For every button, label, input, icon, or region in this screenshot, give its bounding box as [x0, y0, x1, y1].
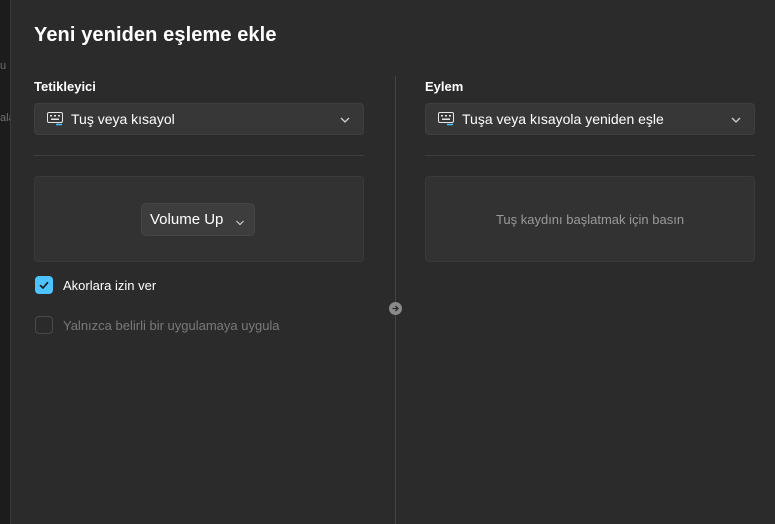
action-type-value: Tuşa veya kısayola yeniden eşle	[462, 111, 664, 127]
chevron-down-icon	[235, 215, 245, 233]
keyboard-icon	[438, 112, 454, 126]
allow-chords-option[interactable]: Akorlara izin ver	[35, 276, 156, 294]
action-type-dropdown[interactable]: Tuşa veya kısayola yeniden eşle	[425, 103, 755, 135]
trigger-key-button[interactable]: Volume Up	[141, 203, 255, 236]
checkmark-icon	[39, 281, 49, 290]
trigger-type-dropdown[interactable]: Tuş veya kısayol	[34, 103, 364, 135]
action-label: Eylem	[425, 79, 464, 94]
chevron-down-icon	[730, 113, 742, 131]
action-separator	[425, 155, 755, 156]
background-window-edge: u ala	[0, 0, 10, 524]
trigger-type-value: Tuş veya kısayol	[71, 111, 175, 127]
trigger-label: Tetikleyici	[34, 79, 96, 94]
add-remapping-dialog: Yeni yeniden eşleme ekle Tetikleyici Tuş…	[10, 0, 775, 524]
trigger-key-panel: Volume Up	[34, 176, 364, 262]
action-record-panel[interactable]: Tuş kaydını başlatmak için basın	[425, 176, 755, 262]
allow-chords-checkbox[interactable]	[35, 276, 53, 294]
dialog-title: Yeni yeniden eşleme ekle	[34, 24, 277, 46]
background-text-fragment: u	[0, 60, 7, 72]
keyboard-icon	[47, 112, 63, 126]
record-placeholder: Tuş kaydını başlatmak için basın	[495, 212, 685, 227]
arrow-right-icon	[389, 302, 402, 315]
specific-app-option: Yalnızca belirli bir uygulamaya uygula	[35, 316, 280, 334]
specific-app-checkbox	[35, 316, 53, 334]
background-text-fragment: ala	[0, 112, 10, 124]
trigger-key-value: Volume Up	[150, 211, 224, 228]
specific-app-label: Yalnızca belirli bir uygulamaya uygula	[63, 317, 280, 333]
allow-chords-label: Akorlara izin ver	[63, 277, 157, 293]
column-divider	[395, 76, 396, 524]
trigger-separator	[34, 155, 364, 156]
chevron-down-icon	[339, 113, 351, 131]
